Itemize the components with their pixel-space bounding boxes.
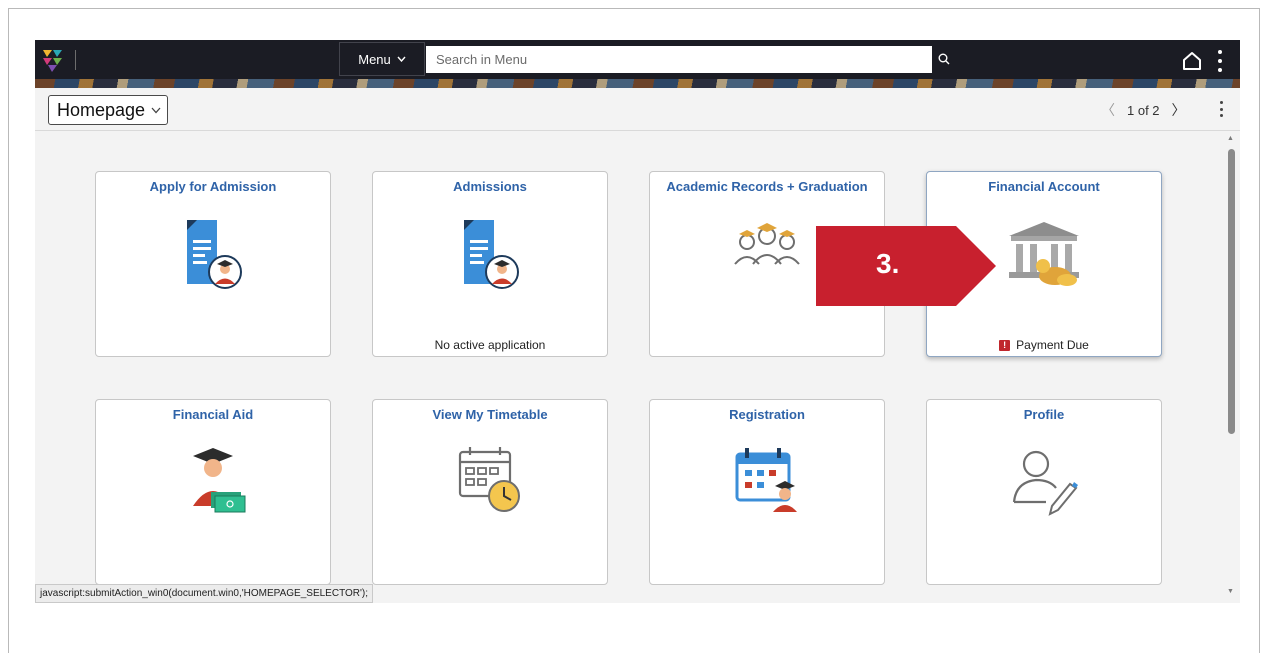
homepage-selector[interactable]: Homepage <box>48 95 169 125</box>
tile-title: Profile <box>1023 407 1065 422</box>
student-money-icon <box>193 448 246 513</box>
page-bar: Homepage 〈 1 of 2 〉 <box>35 88 1240 131</box>
home-icon[interactable] <box>1181 50 1203 72</box>
page-indicator: 1 of 2 <box>1127 102 1160 118</box>
step-callout: 3. <box>816 226 996 306</box>
vertical-scrollbar[interactable]: ▲ ▼ <box>1223 131 1240 603</box>
scroll-down-arrow-icon[interactable]: ▼ <box>1227 588 1234 595</box>
registration-calendar-icon <box>735 448 797 512</box>
tile-title: Financial Account <box>988 179 1100 194</box>
tile-status-text: Payment Due <box>1016 338 1089 352</box>
search-button[interactable] <box>933 42 955 76</box>
chevron-down-icon <box>151 107 161 113</box>
pager: 〈 1 of 2 〉 <box>1101 100 1186 120</box>
chevron-down-icon <box>397 56 406 62</box>
scroll-up-arrow-icon[interactable]: ▲ <box>1227 135 1234 142</box>
app-window: Menu Homepage 〈 1 of 2 〉 Apply for Admis… <box>35 40 1240 603</box>
graduates-group-icon <box>734 223 800 265</box>
tile-financial-aid[interactable]: Financial Aid <box>95 399 331 585</box>
menu-button-label: Menu <box>358 51 391 67</box>
search-input[interactable] <box>426 46 932 73</box>
menu-button[interactable]: Menu <box>339 42 425 76</box>
admissions-icon <box>464 220 519 289</box>
profile-edit-icon <box>1012 450 1078 516</box>
tile-title: Registration <box>729 407 805 422</box>
tile-title: View My Timetable <box>432 407 548 422</box>
previous-page-button[interactable]: 〈 <box>1101 100 1115 120</box>
tile-admissions[interactable]: Admissions No active application <box>372 171 608 357</box>
logo-divider <box>75 50 76 70</box>
admission-application-icon <box>187 220 242 289</box>
browser-status-bar: javascript:submitAction_win0(document.wi… <box>35 584 374 603</box>
tile-title: Academic Records + Graduation <box>666 179 868 194</box>
step-callout-label: 3. <box>876 248 900 279</box>
bank-coins-icon <box>1009 222 1079 286</box>
logo-icon[interactable] <box>43 50 69 72</box>
top-banner: Menu <box>35 40 1240 88</box>
tile-apply-for-admission[interactable]: Apply for Admission <box>95 171 331 357</box>
page-options-button[interactable] <box>1218 101 1224 117</box>
next-page-button[interactable]: 〉 <box>1172 100 1186 120</box>
actions-menu-button[interactable] <box>1215 50 1225 72</box>
tile-title: Admissions <box>453 179 527 194</box>
tile-view-my-timetable[interactable]: View My Timetable <box>372 399 608 585</box>
tile-status-text: No active application <box>434 338 546 352</box>
scrollbar-thumb[interactable] <box>1228 149 1235 434</box>
calendar-clock-icon <box>458 447 520 512</box>
tile-profile[interactable]: Profile <box>926 399 1162 585</box>
callout-arrow-shape <box>816 226 996 306</box>
tile-title: Financial Aid <box>172 407 254 422</box>
tile-registration[interactable]: Registration <box>649 399 885 585</box>
tile-title: Apply for Admission <box>149 179 277 194</box>
tile-status: No active application <box>373 338 607 352</box>
homepage-selector-label: Homepage <box>57 99 146 120</box>
alert-icon: ! <box>999 339 1011 351</box>
search-icon <box>938 53 950 65</box>
tile-status: ! Payment Due <box>927 338 1161 352</box>
banner-decoration <box>35 79 1240 88</box>
